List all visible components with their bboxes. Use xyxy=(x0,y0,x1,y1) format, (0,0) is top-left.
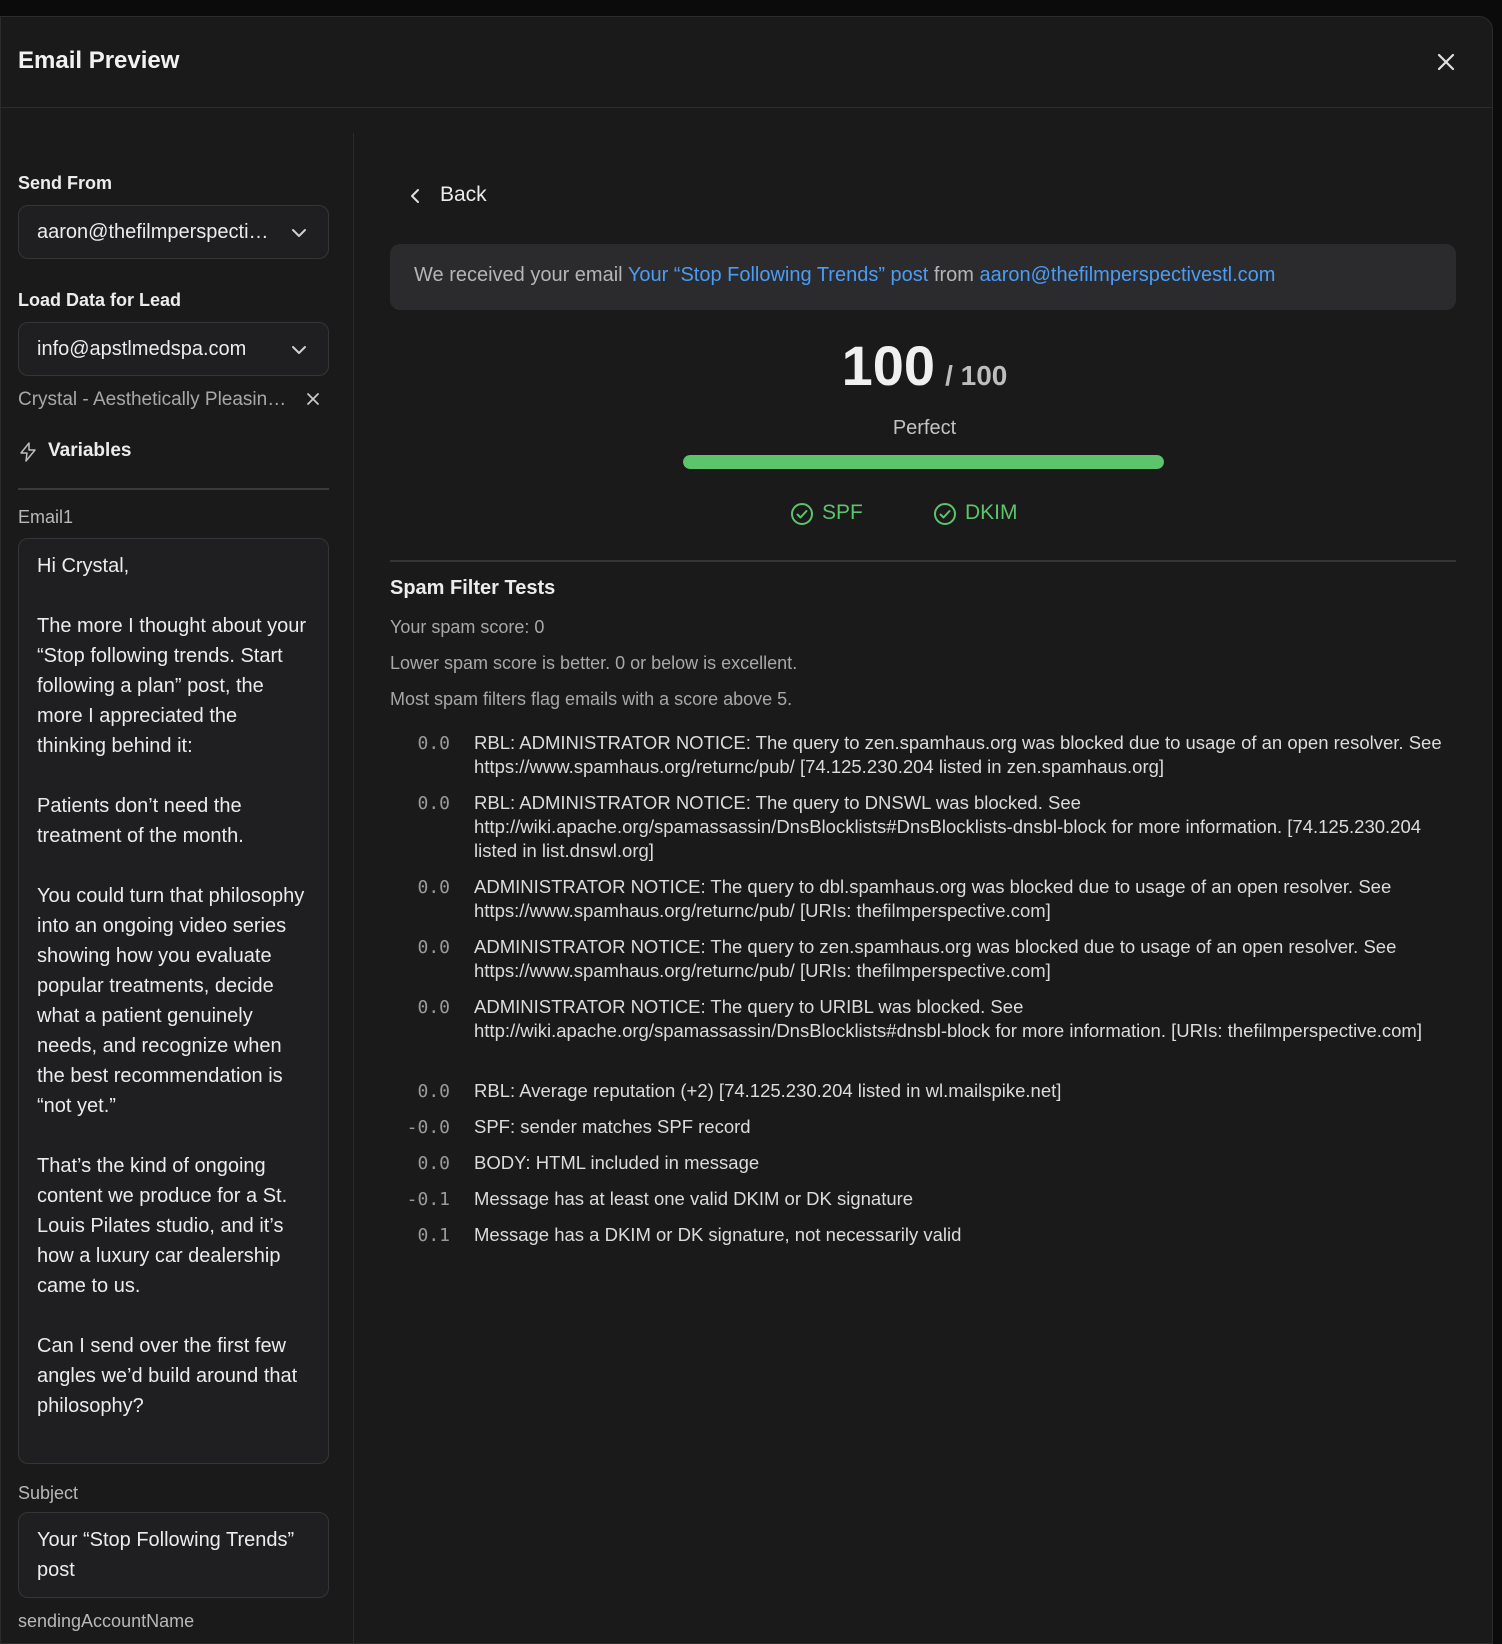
subject-textarea[interactable]: Your “Stop Following Trends” post xyxy=(18,1512,329,1598)
receipt-prefix: We received your email xyxy=(414,264,623,286)
lead-email-value: info@apstlmedspa.com xyxy=(37,338,247,360)
test-description: Message has a DKIM or DK signature, not … xyxy=(474,1224,962,1245)
send-from-select[interactable]: aaron@thefilmperspectivestl.com xyxy=(18,205,329,259)
email-preview-modal: Email Preview Send From aaron@thefilmper… xyxy=(0,16,1493,1644)
test-description: RBL: ADMINISTRATOR NOTICE: The query to … xyxy=(474,792,1422,861)
spam-report-panel: Back We received your email Your “Stop F… xyxy=(355,133,1492,1643)
close-button[interactable] xyxy=(1433,49,1459,75)
info-line: Lower spam score is better. 0 or below i… xyxy=(390,653,798,673)
tab-underline xyxy=(18,488,329,490)
send-from-label: Send From xyxy=(18,173,113,193)
test-description: BODY: HTML included in message xyxy=(474,1152,760,1173)
test-score: 0.0 xyxy=(417,937,450,958)
receipt-sender-link[interactable]: aaron@thefilmperspectivestl.com xyxy=(979,264,1275,286)
email1-textarea[interactable]: Hi Crystal, The more I thought about you… xyxy=(18,538,329,1464)
test-score: -0.1 xyxy=(406,1189,450,1210)
test-description: RBL: Average reputation (+2) [74.125.230… xyxy=(474,1080,1062,1101)
section-divider xyxy=(390,560,1456,562)
tab-variables-label: Variables xyxy=(48,440,132,461)
spam-tests-title: Spam Filter Tests xyxy=(390,577,556,599)
score-progress-bar xyxy=(683,455,1164,469)
test-description: ADMINISTRATOR NOTICE: The query to dbl.s… xyxy=(474,876,1392,921)
test-description: ADMINISTRATOR NOTICE: The query to URIBL… xyxy=(474,996,1422,1041)
test-score: -0.0 xyxy=(406,1117,450,1138)
test-score: 0.1 xyxy=(417,1225,450,1246)
score-out-of: / 100 xyxy=(945,360,1008,391)
test-score: 0.0 xyxy=(417,877,450,898)
test-description: SPF: sender matches SPF record xyxy=(474,1116,751,1137)
test-score: 0.0 xyxy=(417,997,450,1018)
clear-lead-icon[interactable] xyxy=(305,391,321,407)
test-description: RBL: ADMINISTRATOR NOTICE: The query to … xyxy=(474,732,1442,777)
dkim-label: DKIM xyxy=(965,501,1018,524)
variables-panel: Send From aaron@thefilmperspectivestl.co… xyxy=(1,133,354,1643)
score-display: 100 / 100 xyxy=(355,333,1492,398)
modal-header: Email Preview xyxy=(1,17,1492,108)
test-score: 0.0 xyxy=(417,1153,450,1174)
load-data-label: Load Data for Lead xyxy=(18,290,182,310)
subject-label: Subject xyxy=(18,1483,79,1503)
check-circle-icon xyxy=(934,503,956,525)
score-progress-fill xyxy=(683,455,1164,469)
chevron-down-icon xyxy=(292,229,306,237)
close-icon xyxy=(1437,53,1455,71)
test-description: Message has at least one valid DKIM or D… xyxy=(474,1188,914,1209)
lightning-icon xyxy=(20,442,36,462)
score-label: Perfect xyxy=(892,417,957,439)
modal-title: Email Preview xyxy=(18,47,180,74)
sending-account-label: sendingAccountName xyxy=(18,1611,195,1631)
test-score: 0.0 xyxy=(417,1081,450,1102)
back-label: Back xyxy=(440,183,487,206)
spf-label: SPF xyxy=(822,501,863,524)
check-circle-icon xyxy=(791,503,813,525)
info-line: Most spam filters flag emails with a sco… xyxy=(390,689,793,709)
test-description: ADMINISTRATOR NOTICE: The query to zen.s… xyxy=(474,936,1397,981)
info-line: Your spam score: 0 xyxy=(390,617,545,637)
test-score: 0.0 xyxy=(417,793,450,814)
lead-name: Crystal - Aesthetically Pleasing Med Spa xyxy=(18,389,288,410)
receipt-subject-link[interactable]: Your “Stop Following Trends” post xyxy=(628,264,929,286)
send-from-value: aaron@thefilmperspectivestl.com xyxy=(37,221,277,243)
score-value: 100 xyxy=(841,334,936,397)
email1-label: Email1 xyxy=(18,507,74,527)
lead-select[interactable]: info@apstlmedspa.com xyxy=(18,322,329,376)
chevron-down-icon xyxy=(292,346,306,354)
receipt-from-word: from xyxy=(933,264,974,286)
chevron-left-icon xyxy=(411,189,419,203)
receipt-banner: We received your email Your “Stop Follow… xyxy=(390,244,1456,310)
test-score: 0.0 xyxy=(417,733,450,754)
